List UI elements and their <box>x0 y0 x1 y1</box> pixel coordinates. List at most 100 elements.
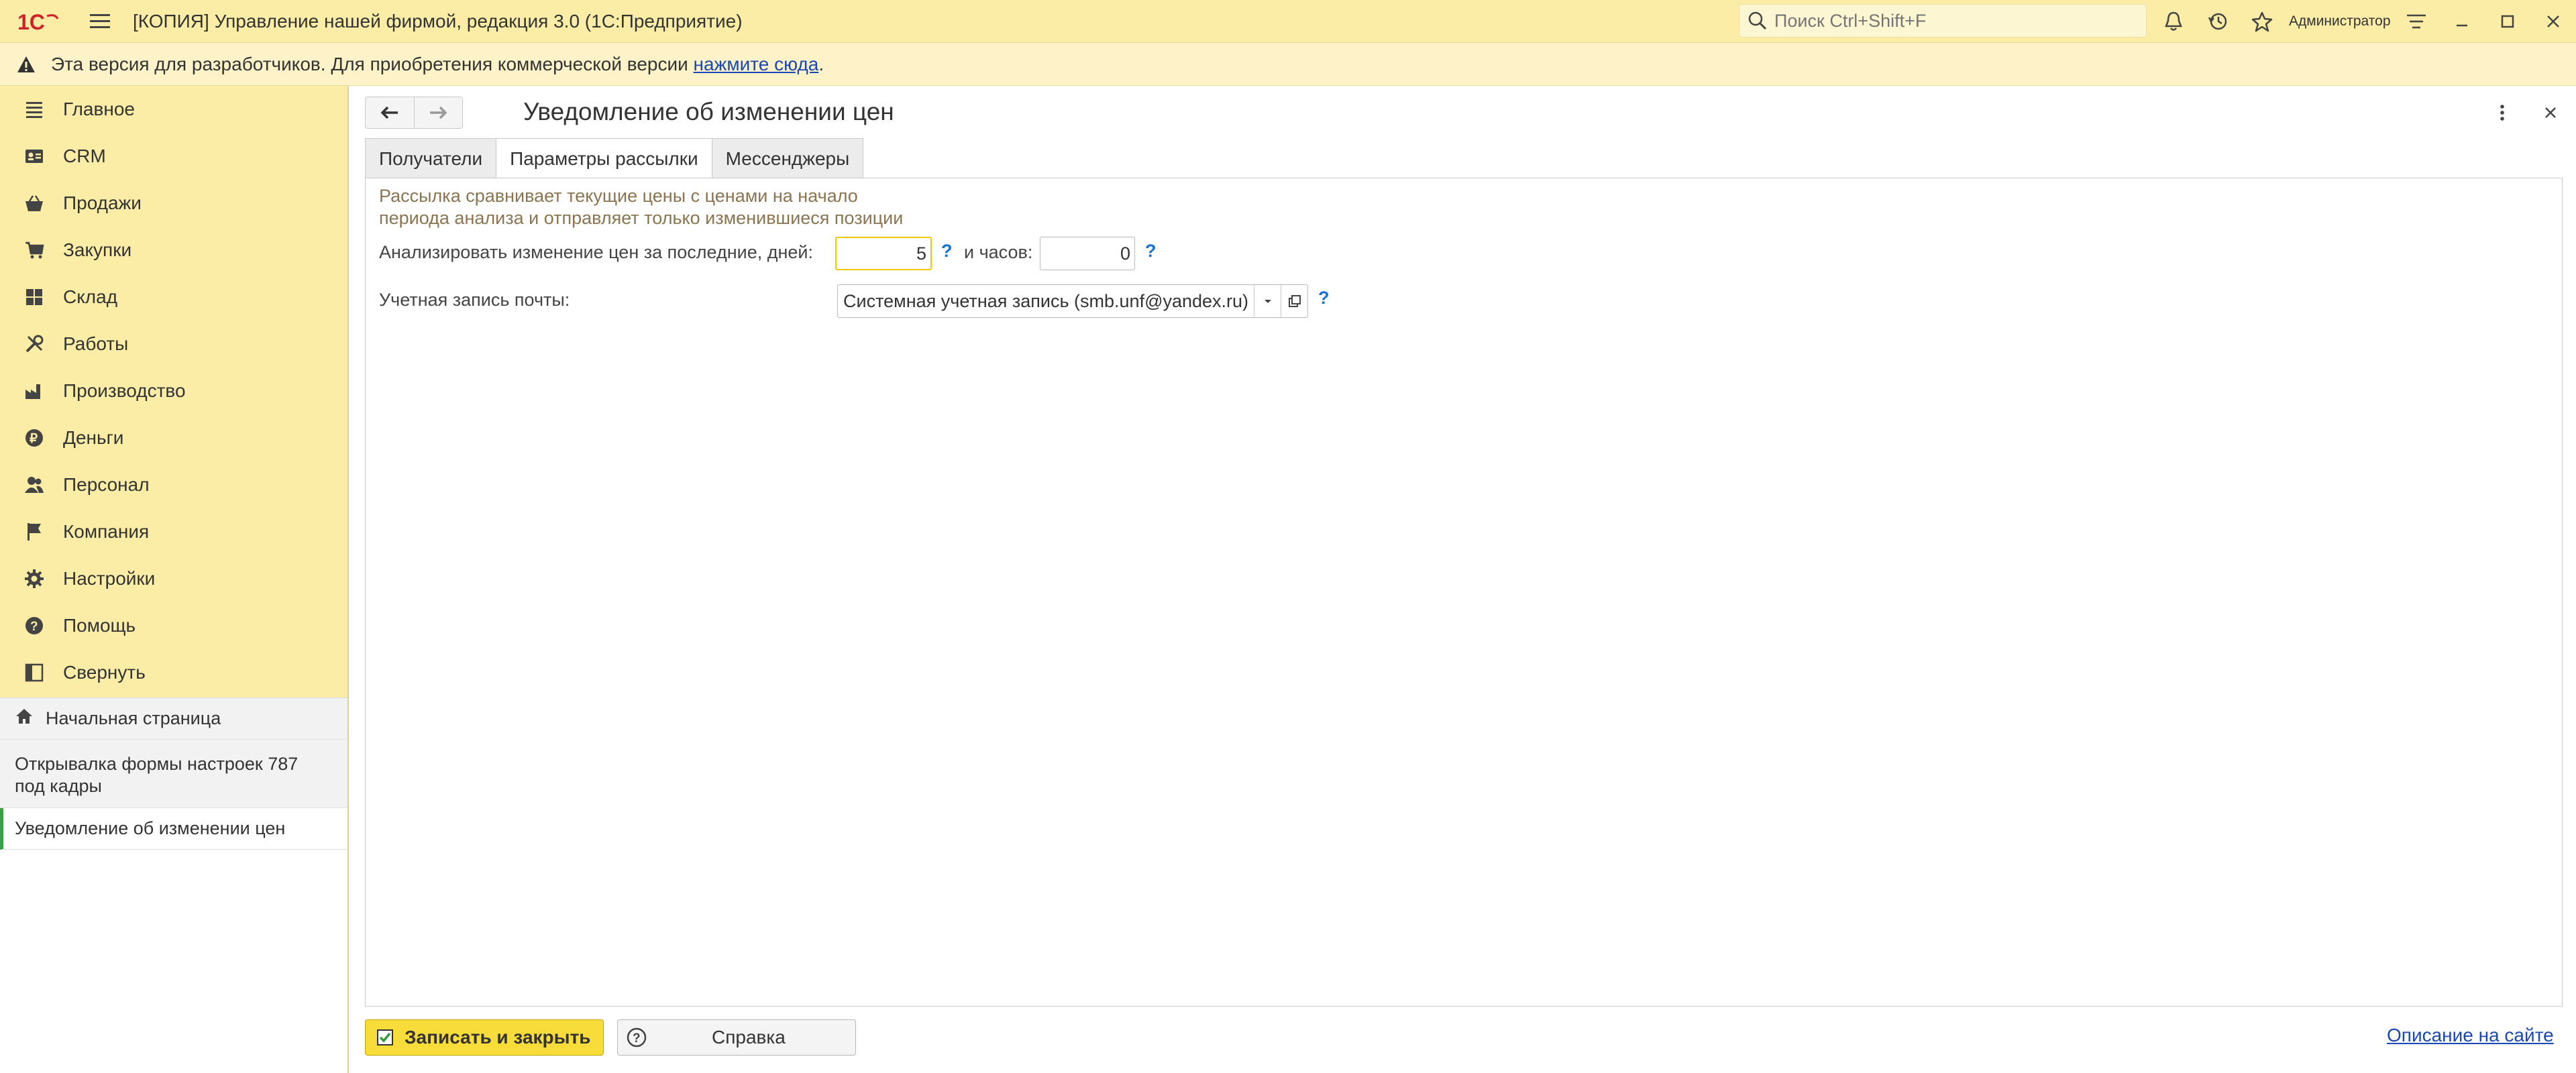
notifications-bell-icon[interactable] <box>2161 9 2186 34</box>
sidebar-item-label: CRM <box>63 146 106 166</box>
warning-icon <box>17 56 35 72</box>
minimize-icon[interactable] <box>2450 9 2474 34</box>
sidebar-item-label: Главное <box>63 99 135 119</box>
sidebar-item-label: Настройки <box>63 568 156 589</box>
sidebar-item-label: Работы <box>63 333 129 354</box>
sidebar-item-settings[interactable]: Настройки <box>0 555 347 602</box>
hint-line-1: Рассылка сравнивает текущие цены с ценам… <box>379 186 858 206</box>
help-circle-icon: ? <box>627 1027 647 1048</box>
settings-sliders-icon[interactable] <box>2404 9 2428 34</box>
sidebar-item-label: Продажи <box>63 192 142 213</box>
open-window-label: Уведомление об изменении цен <box>15 818 286 838</box>
sidebar-item-money[interactable]: ₽ Деньги <box>0 414 347 461</box>
list-icon <box>23 98 46 121</box>
search-icon <box>1748 11 1767 30</box>
gear-icon <box>23 567 46 590</box>
sidebar-item-help[interactable]: ? Помощь <box>0 602 347 649</box>
open-window-icon <box>1288 295 1301 307</box>
sidebar-item-warehouse[interactable]: Склад <box>0 274 347 321</box>
open-window-home[interactable]: Начальная страница <box>0 698 347 740</box>
mail-account-select[interactable]: Системная учетная запись (smb.unf@yandex… <box>837 284 1308 318</box>
maximize-icon[interactable] <box>2496 9 2520 34</box>
factory-icon <box>23 380 46 402</box>
flag-icon <box>23 520 46 543</box>
form-close-icon[interactable] <box>2538 99 2563 126</box>
hours-help-icon[interactable]: ? <box>1145 241 1157 262</box>
days-input[interactable] <box>835 237 932 270</box>
sidebar-item-label: Склад <box>63 286 118 307</box>
search-input[interactable] <box>1773 9 2135 32</box>
sidebar-item-label: Свернуть <box>63 662 146 683</box>
title-bar: 1С [КОПИЯ] Управление нашей фирмой, реда… <box>0 0 2576 43</box>
people-icon <box>23 473 46 496</box>
sidebar-item-label: Закупки <box>63 239 132 260</box>
sidebar-item-works[interactable]: Работы <box>0 321 347 368</box>
sidebar-item-production[interactable]: Производство <box>0 368 347 414</box>
banner-suffix: . <box>818 53 824 74</box>
cart-icon <box>23 239 46 262</box>
sidebar-item-sales[interactable]: Продажи <box>0 180 347 227</box>
main-menu-icon[interactable] <box>90 12 113 31</box>
svg-text:₽: ₽ <box>30 432 38 446</box>
sidebar-item-main[interactable]: Главное <box>0 86 347 133</box>
sidebar-item-personnel[interactable]: Персонал <box>0 461 347 508</box>
open-item-button[interactable] <box>1281 285 1307 317</box>
1c-logo: 1С <box>17 8 60 35</box>
open-windows-list: Начальная страница Открывалка формы наст… <box>0 697 347 850</box>
form-tabs: Получатели Параметры рассылки Мессенджер… <box>365 138 864 179</box>
sidebar-item-label: Помощь <box>63 615 136 636</box>
back-button[interactable] <box>366 97 414 128</box>
current-user[interactable]: Администратор <box>2289 13 2391 30</box>
sections-menu: Главное CRM Продажи Закупки Склад Работы… <box>0 86 347 697</box>
sidebar-item-crm[interactable]: CRM <box>0 133 347 180</box>
hours-input[interactable] <box>1040 237 1135 270</box>
sidebar-item-collapse[interactable]: Свернуть <box>0 649 347 696</box>
mail-account-value: Системная учетная запись (smb.unf@yandex… <box>843 290 1249 311</box>
ruble-icon: ₽ <box>23 427 46 449</box>
open-window-settings-opener[interactable]: Открывалка формы настроек 787 под кадры <box>0 740 347 808</box>
app-title: [КОПИЯ] Управление нашей фирмой, редакци… <box>133 10 743 32</box>
site-description-link[interactable]: Описание на сайте <box>2387 1025 2554 1046</box>
global-search[interactable] <box>1739 4 2147 38</box>
sidebar-item-company[interactable]: Компания <box>0 508 347 555</box>
basket-icon <box>23 192 46 215</box>
days-help-icon[interactable]: ? <box>941 241 953 262</box>
svg-text:?: ? <box>30 620 38 634</box>
sidebar-item-label: Компания <box>63 521 150 542</box>
tab-messengers[interactable]: Мессенджеры <box>711 138 864 178</box>
arrow-left-icon <box>380 106 398 119</box>
purchase-link[interactable]: нажмите сюда <box>694 54 819 75</box>
sidebar-item-label: Производство <box>63 380 186 401</box>
mailing-parameters-panel: Рассылка сравнивает текущие цены с ценам… <box>365 178 2563 1007</box>
tab-mailing-parameters[interactable]: Параметры рассылки <box>496 138 712 179</box>
svg-text:?: ? <box>633 1031 641 1046</box>
help-icon: ? <box>23 614 46 637</box>
forward-button[interactable] <box>413 97 463 128</box>
dropdown-button[interactable] <box>1254 285 1281 317</box>
history-navigation <box>365 97 463 129</box>
form-title: Уведомление об изменении цен <box>523 98 894 125</box>
hours-label: и часов: <box>964 242 1033 262</box>
window-close-icon[interactable] <box>2541 9 2565 34</box>
save-and-close-button[interactable]: Записать и закрыть <box>365 1019 604 1056</box>
banner-text: Эта версия для разработчиков. Для приобр… <box>51 53 694 74</box>
chevron-down-icon <box>1264 300 1271 303</box>
history-icon[interactable] <box>2206 9 2230 34</box>
form-area: Уведомление об изменении цен Получатели … <box>349 86 2576 1073</box>
arrow-right-icon <box>430 106 447 119</box>
days-label: Анализировать изменение цен за последние… <box>379 242 813 262</box>
help-button[interactable]: ? Справка <box>617 1019 856 1056</box>
help-button-label: Справка <box>712 1027 786 1048</box>
collapse-icon <box>23 661 46 684</box>
hint-line-2: периода анализа и отправляет только изме… <box>379 208 904 228</box>
open-window-label: Открывалка формы настроек 787 под кадры <box>15 753 299 796</box>
open-window-current[interactable]: Уведомление об изменении цен <box>0 808 347 850</box>
more-actions-icon[interactable] <box>2490 99 2514 126</box>
mail-account-label: Учетная запись почты: <box>379 290 570 310</box>
favorites-star-icon[interactable] <box>2250 9 2274 34</box>
save-button-label: Записать и закрыть <box>405 1027 591 1048</box>
mail-help-icon[interactable]: ? <box>1318 288 1330 308</box>
mailing-hint: Рассылка сравнивает текущие цены с ценам… <box>379 185 903 229</box>
sidebar-item-purchases[interactable]: Закупки <box>0 227 347 274</box>
tab-recipients[interactable]: Получатели <box>365 138 497 178</box>
